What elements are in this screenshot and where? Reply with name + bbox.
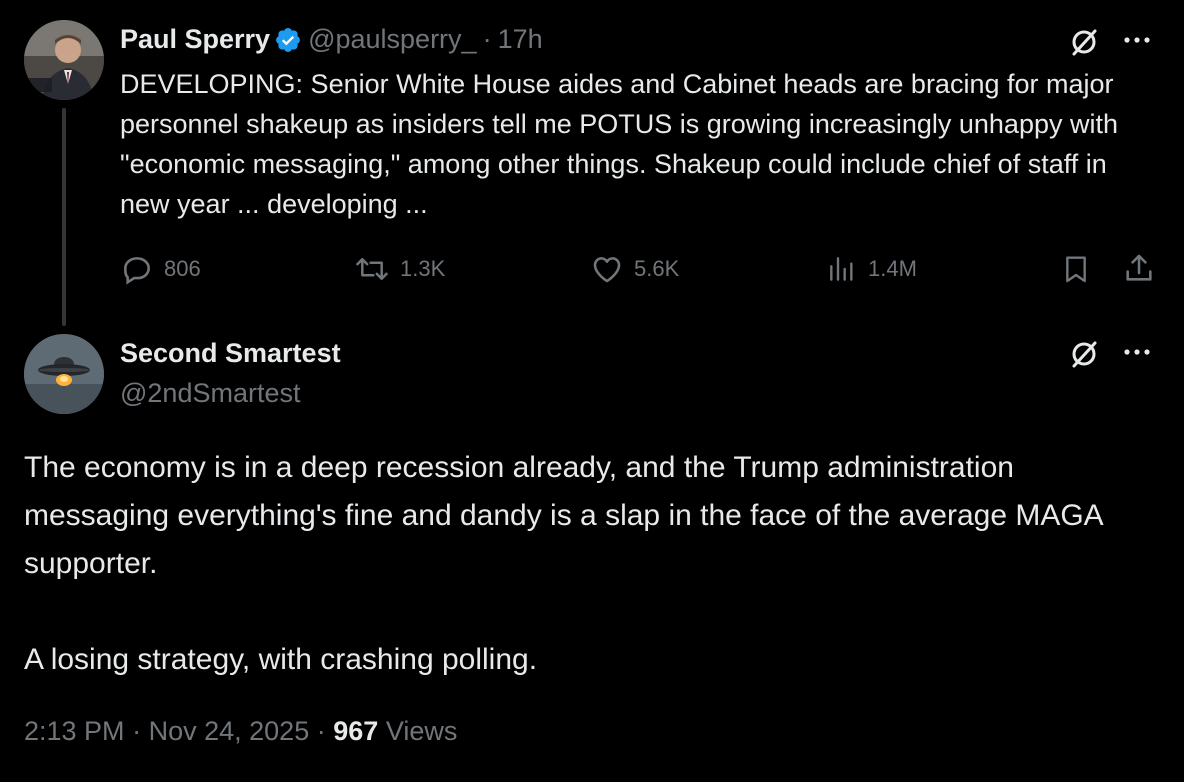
reply-icon [124,257,150,285]
grok-icon[interactable] [1068,338,1100,370]
separator-dot: · [482,24,492,54]
view-count: 1.4M [868,256,917,281]
repost-count: 1.3K [400,256,446,281]
grok-icon[interactable] [1068,26,1100,58]
parent-tweet-text: DEVELOPING: Senior White House aides and… [120,69,1118,219]
share-icon[interactable] [1122,250,1156,286]
author-handle[interactable]: @paulsperry_ [308,24,477,55]
verified-badge-icon [274,26,302,54]
reply-views-label: Views [385,716,458,746]
tweet-metadata: 2:13 PM · Nov 24, 2025 · 967 Views [24,716,457,747]
reply-paragraph-1: The economy is in a deep recession alrea… [24,451,1103,580]
meta-separator: · [132,716,142,746]
reply-date[interactable]: Nov 24, 2025 [149,716,310,746]
avatar-second-smartest[interactable] [24,334,104,414]
avatar-ufo-image [24,334,104,414]
reply-button[interactable]: 806 [120,252,201,286]
thread-connector-line [62,108,66,326]
reply-author-name[interactable]: Second Smartest [120,338,341,369]
repost-icon [356,258,388,280]
avatar-paul-sperry[interactable] [24,20,104,100]
views-icon [830,257,853,281]
like-count: 5.6K [634,256,680,281]
reply-tweet-text: The economy is in a deep recession alrea… [24,444,1144,684]
reply-paragraph-2: A losing strategy, with crashing polling… [24,643,538,676]
reply-author-handle[interactable]: @2ndSmartest [120,378,300,409]
parent-tweet-header: Paul Sperry @paulsperry_ · 17h [120,24,543,55]
more-icon[interactable] [1122,342,1152,362]
reply-views-count: 967 [333,716,379,746]
tweet-time[interactable]: 17h [498,24,543,55]
like-icon [593,257,621,283]
reply-time[interactable]: 2:13 PM [24,716,125,746]
like-button[interactable]: 5.6K [590,252,679,286]
avatar-photo [24,20,104,100]
reply-count: 806 [164,256,201,281]
meta-separator: · [316,716,326,746]
bookmark-icon[interactable] [1060,252,1092,286]
more-icon[interactable] [1122,30,1152,50]
views-button[interactable]: 1.4M [826,252,917,286]
repost-button[interactable]: 1.3K [354,252,445,286]
author-name[interactable]: Paul Sperry [120,24,270,55]
